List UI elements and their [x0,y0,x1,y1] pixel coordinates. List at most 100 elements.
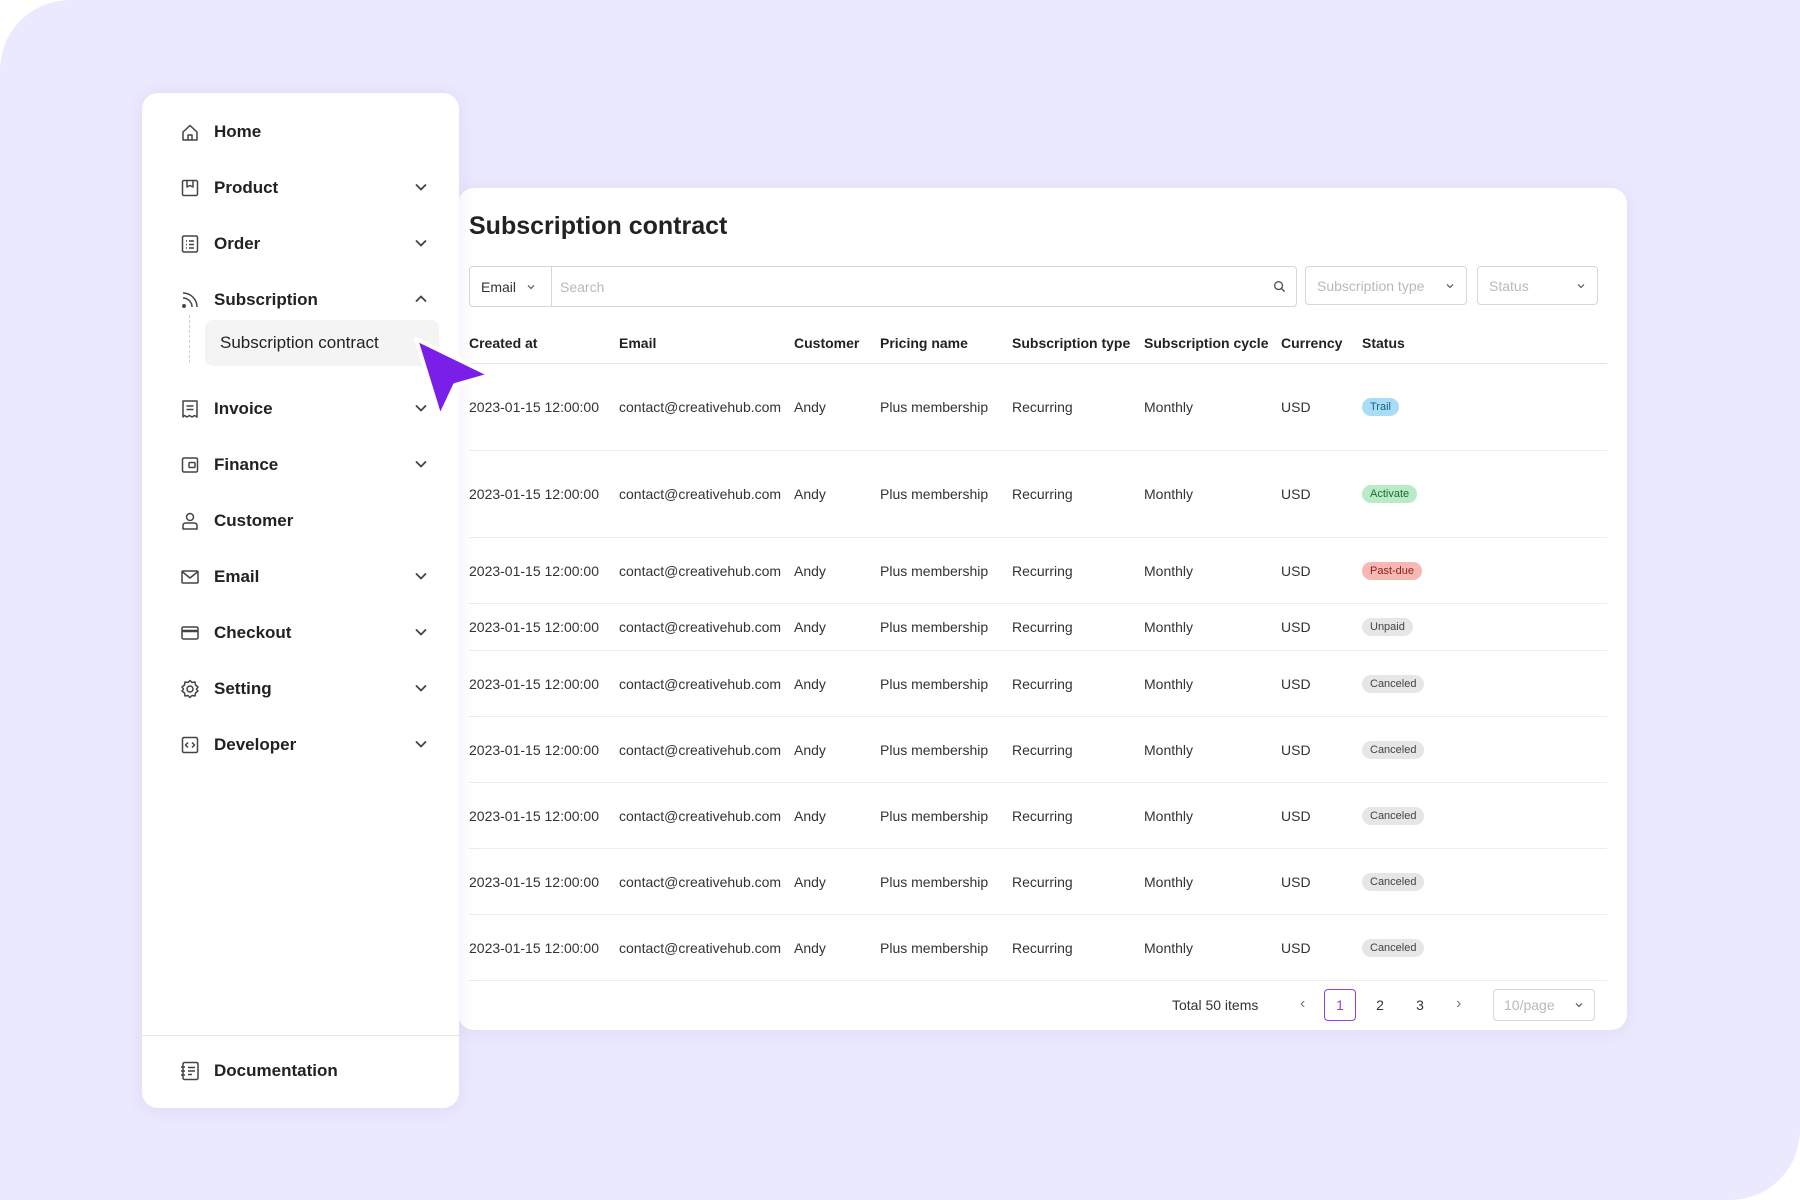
order-icon [178,232,202,256]
sidebar-item-checkout[interactable]: Checkout [178,617,428,649]
table-cell: USD [1281,562,1311,579]
table-row[interactable]: 2023-01-15 12:00:00 contact@creativehub.c… [469,364,1607,451]
table-cell: Andy [794,619,826,635]
wallet-icon [178,453,202,477]
sidebar-item-label: Order [214,234,261,253]
chevron-down-icon[interactable] [414,737,428,751]
sidebar-item-product[interactable]: Product [178,172,428,204]
documentation-icon [178,1059,202,1083]
table-cell: Plus membership [880,675,989,692]
total-items: Total 50 items [1172,997,1259,1013]
page-3-button[interactable]: 3 [1404,989,1436,1021]
home-icon [178,120,202,144]
chevron-down-icon[interactable] [414,569,428,583]
sidebar-item-label: Developer [214,735,297,754]
table-cell: Monthly [1144,399,1194,415]
sidebar-item-home[interactable]: Home [178,116,428,148]
next-page-icon[interactable]: › [1456,995,1461,1013]
subscription-type-select[interactable]: Subscription type [1305,266,1467,305]
status-badge: Canceled [1362,674,1425,693]
sidebar-item-order[interactable]: Order [178,228,428,260]
sidebar-subitem-subscription-contract[interactable]: Subscription contract [205,320,439,366]
page-size-select[interactable]: 10/page [1493,989,1595,1021]
table-cell: Plus membership [880,939,989,956]
page-size-label: 10/page [1504,997,1555,1013]
page-1-button[interactable]: 1 [1324,989,1356,1021]
sidebar-item-label: Customer [214,511,294,530]
table-cell: contact@creativehub.com [619,562,782,579]
table-row[interactable]: 2023-01-15 12:00:00 contact@creativehub.c… [469,451,1607,538]
table-cell: Plus membership [880,562,989,579]
table-row[interactable]: 2023-01-15 12:00:00 contact@creativehub.c… [469,783,1607,849]
table-cell: Andy [794,741,826,758]
chevron-down-icon[interactable] [414,457,428,471]
column-header: Status [1362,335,1405,351]
sidebar-item-subscription[interactable]: Subscription [178,284,428,316]
table-cell: Monthly [1144,619,1194,635]
sidebar-item-email[interactable]: Email [178,561,428,593]
chevron-down-icon [1577,283,1585,288]
column-header: Email [619,335,657,351]
status-select[interactable]: Status [1477,266,1598,305]
sidebar-item-setting[interactable]: Setting [178,673,428,705]
table-cell: Andy [794,399,826,415]
page-2-button[interactable]: 2 [1364,989,1396,1021]
table-row[interactable]: 2023-01-15 12:00:00 contact@creativehub.c… [469,717,1607,783]
sidebar-item-developer[interactable]: Developer [178,729,428,761]
sidebar-item-label: Product [214,178,279,197]
table-cell: Andy [794,675,826,692]
product-icon [178,176,202,200]
table-cell: Monthly [1144,741,1194,758]
prev-page-icon[interactable]: ‹ [1300,995,1305,1013]
table-cell: USD [1281,807,1311,824]
code-icon [178,733,202,757]
table-cell: Monthly [1144,807,1194,824]
table-cell: 2023-01-15 12:00:00 [469,486,599,502]
sidebar-item-customer[interactable]: Customer [178,505,428,537]
chevron-down-icon[interactable] [414,236,428,250]
search-field-select[interactable]: Email [470,267,552,306]
search-input[interactable] [552,267,1262,306]
table-cell: USD [1281,486,1311,502]
table-cell: Recurring [1012,807,1073,824]
table-cell: Monthly [1144,675,1194,692]
table-cell: USD [1281,675,1311,692]
page-title: Subscription contract [469,212,728,240]
gear-icon [178,677,202,701]
chevron-down-icon[interactable] [414,180,428,194]
table-row[interactable]: 2023-01-15 12:00:00 contact@creativehub.c… [469,538,1607,604]
table-cell: Recurring [1012,675,1073,692]
status-badge: Canceled [1362,938,1425,957]
table-cell: Recurring [1012,873,1073,890]
sidebar-item-documentation[interactable]: Documentation [178,1055,428,1087]
table-row[interactable]: 2023-01-15 12:00:00 contact@creativehub.c… [469,915,1607,981]
table-row[interactable]: 2023-01-15 12:00:00 contact@creativehub.c… [469,651,1607,717]
table-row[interactable]: 2023-01-15 12:00:00 contact@creativehub.c… [469,849,1607,915]
status-badge: Canceled [1362,806,1425,825]
status-badge: Trail [1362,398,1399,416]
table-cell: 2023-01-15 12:00:00 [469,741,599,758]
sidebar-item-finance[interactable]: Finance [178,449,428,481]
table-cell: contact@creativehub.com [619,619,782,635]
table-cell: contact@creativehub.com [619,939,782,956]
status-badge: Past-due [1362,561,1423,580]
table-cell: Plus membership [880,807,989,824]
column-header: Currency [1281,335,1343,351]
pagination: Total 50 items ‹ 1 2 3 › 10/page [458,989,1627,1023]
table-cell: 2023-01-15 12:00:00 [469,619,599,635]
chevron-up-icon[interactable] [414,292,428,306]
subscription-table: Created at Email Customer Pricing name Subsc… [469,327,1607,981]
table-cell: Andy [794,807,826,824]
table-row[interactable]: 2023-01-15 12:00:00 contact@creativehub.c… [469,604,1607,651]
table-cell: USD [1281,619,1311,635]
search-icon[interactable] [1262,267,1296,306]
table-cell: Recurring [1012,939,1073,956]
chevron-down-icon [526,279,536,295]
sidebar-item-invoice[interactable]: Invoice [178,393,428,425]
table-cell: Recurring [1012,619,1073,635]
chevron-down-icon[interactable] [414,625,428,639]
table-cell: 2023-01-15 12:00:00 [469,873,599,890]
chevron-down-icon[interactable] [414,681,428,695]
table-cell: Plus membership [880,741,989,758]
sidebar-item-label: Checkout [214,623,292,642]
